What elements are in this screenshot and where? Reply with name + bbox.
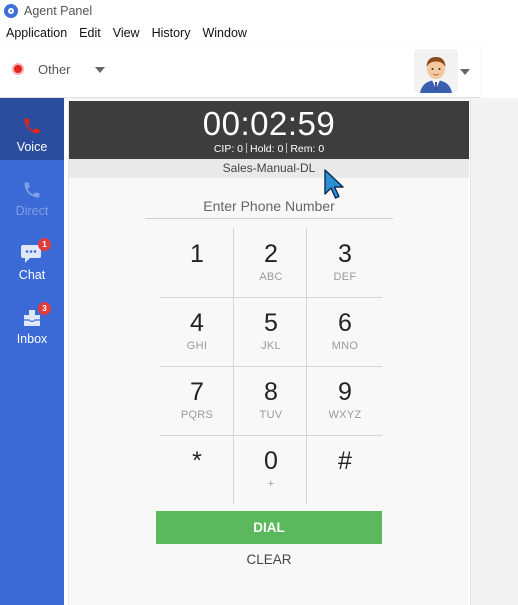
chevron-down-icon — [95, 67, 105, 73]
sidebar-item-label: Direct — [15, 204, 49, 218]
queue-label: Sales-Manual-DL — [69, 159, 469, 178]
sidebar-item-chat[interactable]: 1 Chat — [0, 226, 64, 288]
chat-icon: 1 — [21, 238, 51, 264]
inbox-badge: 3 — [38, 302, 51, 315]
dial-button[interactable]: DIAL — [156, 511, 382, 544]
sidebar-item-label: Voice — [16, 140, 48, 154]
hold-count: Hold: 0 — [250, 143, 284, 155]
key-4[interactable]: 4 GHI — [160, 297, 234, 366]
key-3[interactable]: 3 DEF — [308, 228, 382, 297]
key-7[interactable]: 7 PQRS — [160, 366, 234, 435]
inbox-icon: 3 — [21, 302, 51, 328]
key-star[interactable]: * — [160, 435, 234, 504]
menu-application[interactable]: Application — [6, 26, 67, 40]
key-hash[interactable]: # — [308, 435, 382, 504]
key-0[interactable]: 0 + — [234, 435, 308, 504]
dial-keypad: 1 2 ABC 3 DEF 4 GHI 5 JKL 6 MNO 7 PQRS 8 TUV 9W… — [160, 228, 382, 504]
side-gutter — [470, 98, 518, 605]
sidebar-item-label: Chat — [18, 268, 46, 282]
phone-icon — [21, 180, 43, 200]
call-counts: CIP: 0 Hold: 0 Rem: 0 — [69, 143, 469, 155]
title-bar: Agent Panel — [0, 0, 518, 22]
voice-panel: 00:02:59 CIP: 0 Hold: 0 Rem: 0 Sales-Manua… — [68, 101, 469, 605]
sidebar-item-inbox[interactable]: 3 Inbox — [0, 290, 64, 352]
agent-panel-window: Agent Panel Application Edit View Histor… — [0, 0, 518, 605]
phone-number-input[interactable] — [145, 193, 393, 219]
menu-view[interactable]: View — [113, 26, 140, 40]
status-indicator-icon — [12, 63, 24, 75]
clear-button[interactable]: CLEAR — [156, 548, 382, 570]
key-6[interactable]: 6 MNO — [308, 297, 382, 366]
chat-badge: 1 — [38, 238, 51, 251]
key-5[interactable]: 5 JKL — [234, 297, 308, 366]
menu-window[interactable]: Window — [202, 26, 246, 40]
phone-icon — [21, 116, 43, 136]
rem-count: Rem: 0 — [290, 143, 325, 155]
sidebar-item-direct[interactable]: Direct — [0, 162, 64, 224]
call-timer: 00:02:59 — [202, 105, 336, 142]
status-dropdown[interactable]: Other — [0, 44, 120, 98]
call-timer-box: 00:02:59 CIP: 0 Hold: 0 Rem: 0 — [69, 101, 469, 159]
sidebar-item-label: Inbox — [16, 332, 48, 346]
menu-history[interactable]: History — [152, 26, 191, 40]
agent-status-bar: Other — [0, 44, 480, 98]
window-title: Agent Panel — [24, 4, 93, 18]
key-1[interactable]: 1 — [160, 228, 234, 297]
channel-sidebar: Voice Direct 1 Chat 3 Inbox — [0, 98, 64, 605]
mouse-cursor-icon — [324, 169, 344, 199]
avatar[interactable] — [414, 49, 458, 93]
key-9[interactable]: 9 WXYZ — [308, 366, 382, 435]
key-2[interactable]: 2 ABC — [234, 228, 308, 297]
menu-bar: Application Edit View History Window — [0, 22, 518, 44]
status-label: Other — [38, 62, 71, 77]
sidebar-item-voice[interactable]: Voice — [0, 98, 64, 160]
app-logo-icon — [4, 4, 18, 18]
menu-edit[interactable]: Edit — [79, 26, 101, 40]
chevron-down-icon[interactable] — [460, 69, 470, 75]
cip-count: CIP: 0 — [213, 143, 244, 155]
key-8[interactable]: 8 TUV — [234, 366, 308, 435]
